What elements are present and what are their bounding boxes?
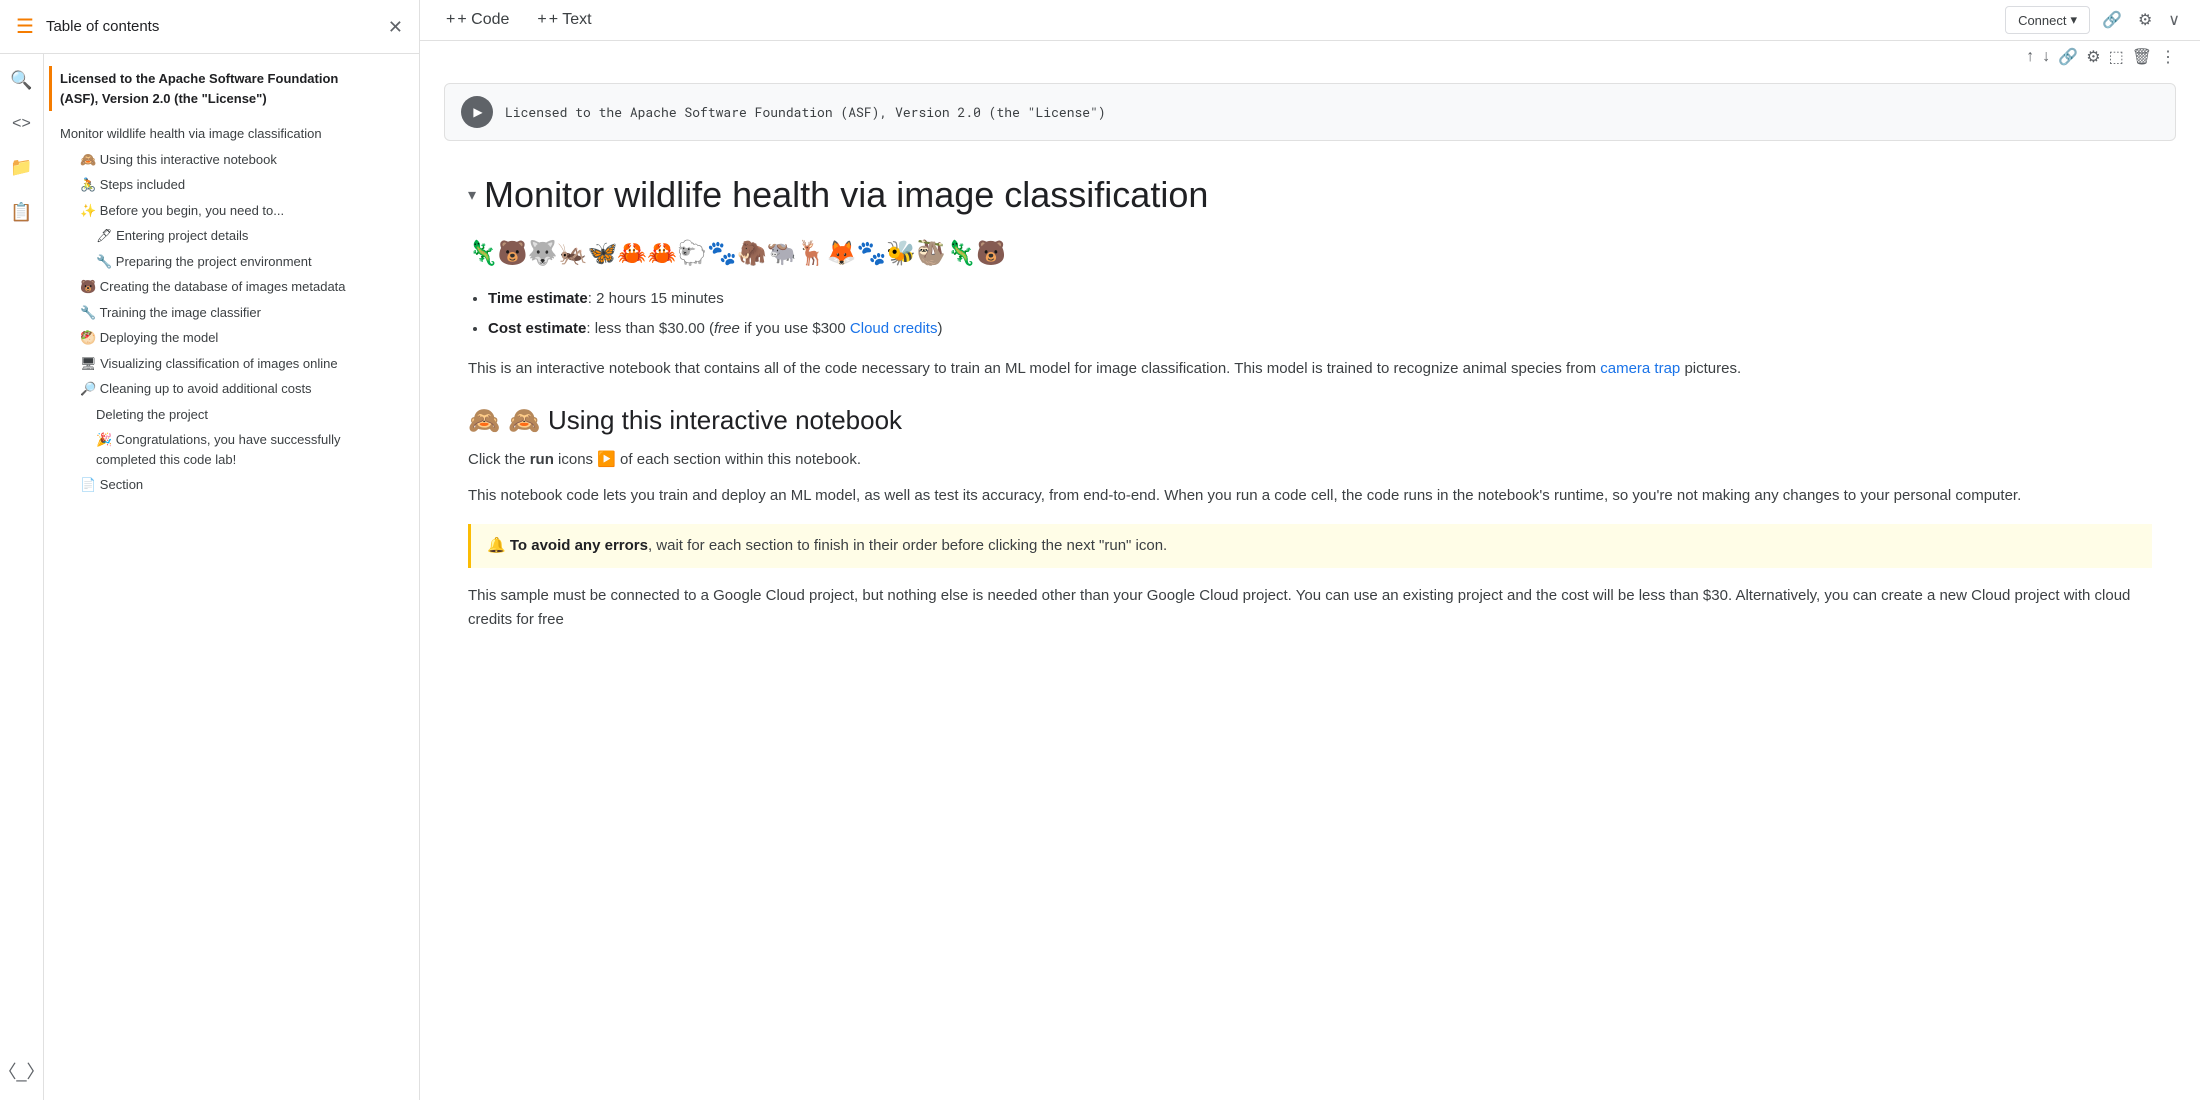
time-estimate: Time estimate: 2 hours 15 minutes	[488, 287, 2152, 311]
toc-item-deleting[interactable]: Deleting the project	[60, 402, 403, 428]
toc-item-section[interactable]: 📄 Section	[60, 472, 403, 498]
move-up-icon[interactable]: ↑	[2026, 48, 2034, 66]
list-icon[interactable]: 📋	[10, 202, 32, 223]
section2-p3: This sample must be connected to a Googl…	[468, 584, 2152, 632]
sidebar-title: Table of contents	[46, 18, 376, 35]
main-panel: + + Code + + Text Connect ▾ 🔗 ⚙ ∨ ↑ ↓ 🔗 …	[420, 0, 2200, 1100]
terminal-icon[interactable]: 〈_〉	[0, 1058, 45, 1084]
toolbar: + + Code + + Text Connect ▾ 🔗 ⚙ ∨	[420, 0, 2200, 41]
warning-bold: To avoid any errors	[510, 537, 648, 554]
close-icon[interactable]: ✕	[388, 18, 403, 36]
time-label: Time estimate	[488, 290, 588, 307]
link-cell-icon[interactable]: 🔗	[2058, 47, 2078, 67]
cloud-credits-link[interactable]: Cloud credits	[850, 320, 938, 337]
toc-item-before[interactable]: ✨ Before you begin, you need to...	[60, 198, 403, 224]
settings-icon-btn[interactable]: ⚙	[2134, 6, 2156, 34]
content-area: ↑ ↓ 🔗 ⚙ ⬚ 🗑 ⋮ Licensed to the Apache Sof…	[420, 41, 2200, 1100]
section2-p1: Click the run icons ▶️ of each section w…	[468, 448, 2152, 472]
plus-icon: +	[446, 11, 455, 29]
link-icon-btn[interactable]: 🔗	[2098, 6, 2126, 34]
code-cell: Licensed to the Apache Software Foundati…	[444, 83, 2176, 141]
notebook-body: ▾ Monitor wildlife health via image clas…	[420, 157, 2200, 668]
copy-cell-icon[interactable]: ⬚	[2109, 47, 2124, 67]
toc-item-preparing[interactable]: 🔧 Preparing the project environment	[60, 249, 403, 275]
code-button[interactable]: + + Code	[436, 7, 519, 33]
code-icon[interactable]: <>	[12, 115, 31, 133]
expand-icon-btn[interactable]: ∨	[2164, 6, 2184, 34]
sidebar: ☰ Table of contents ✕ 🔍 <> 📁 📋 〈_〉 Licen…	[0, 0, 420, 1100]
toc-item-database[interactable]: 🐻 Creating the database of images metada…	[60, 274, 403, 300]
toc-item-cleaning[interactable]: 🔎 Cleaning up to avoid additional costs	[60, 376, 403, 402]
cost-label: Cost estimate	[488, 320, 586, 337]
collapse-arrow[interactable]: ▾	[468, 185, 476, 205]
settings-cell-icon[interactable]: ⚙	[2086, 47, 2100, 67]
hamburger-icon: ☰	[16, 14, 34, 39]
toc-item-congrats[interactable]: 🎉 Congratulations, you have successfully…	[60, 427, 403, 472]
toc-item-training[interactable]: 🔧 Training the image classifier	[60, 300, 403, 326]
cell-action-toolbar: ↑ ↓ 🔗 ⚙ ⬚ 🗑 ⋮	[2026, 47, 2176, 67]
cost-estimate: Cost estimate: less than $30.00 (free if…	[488, 317, 2152, 341]
delete-cell-icon[interactable]: 🗑	[2132, 47, 2152, 67]
sidebar-header: ☰ Table of contents ✕	[0, 0, 419, 54]
folder-icon[interactable]: 📁	[10, 157, 32, 178]
section2-title: 🙈 🙈 Using this interactive notebook	[468, 405, 2152, 436]
main-heading: Monitor wildlife health via image classi…	[484, 173, 1208, 216]
toc-item-visualizing[interactable]: 🖥 Visualizing classification of images o…	[60, 351, 403, 377]
plus-text-icon: +	[537, 11, 546, 29]
more-icon[interactable]: ⋮	[2160, 47, 2176, 67]
run-bold: run	[530, 451, 554, 468]
toc-item-entering[interactable]: 🖊 Entering project details	[60, 223, 403, 249]
warning-box: 🔔 To avoid any errors, wait for each sec…	[468, 524, 2152, 568]
cell-content: Licensed to the Apache Software Foundati…	[505, 103, 1106, 121]
text-button[interactable]: + + Text	[527, 7, 601, 33]
info-bullets: Time estimate: 2 hours 15 minutes Cost e…	[488, 287, 2152, 341]
connect-button[interactable]: Connect ▾	[2005, 6, 2090, 34]
search-icon[interactable]: 🔍	[10, 70, 32, 91]
run-cell-button[interactable]	[461, 96, 493, 128]
toc-item-deploying[interactable]: 🥙 Deploying the model	[60, 325, 403, 351]
toc-list: Licensed to the Apache Software Foundati…	[44, 54, 419, 1100]
move-down-icon[interactable]: ↓	[2042, 48, 2050, 66]
toc-item-license[interactable]: Licensed to the Apache Software Foundati…	[49, 66, 403, 111]
toc-item-monitor[interactable]: Monitor wildlife health via image classi…	[60, 121, 403, 147]
toolbar-right: Connect ▾ 🔗 ⚙ ∨	[2005, 6, 2184, 34]
section2-p2: This notebook code lets you train and de…	[468, 484, 2152, 508]
animal-emoji-row: 🦎🐻🐺🦗🦋🦀🦀🐑🐾🦣🐃🦌🦊🐾🐝🦥🦎🐻	[468, 232, 2152, 275]
toc-item-steps[interactable]: 🚴 Steps included	[60, 172, 403, 198]
toc-item-using[interactable]: 🙈 Using this interactive notebook	[60, 147, 403, 173]
warning-text: , wait for each section to finish in the…	[648, 537, 1167, 554]
monkey-emoji: 🙈	[468, 405, 500, 436]
body-text-1: This is an interactive notebook that con…	[468, 357, 2152, 381]
chevron-down-icon: ▾	[2070, 12, 2077, 28]
main-section-header: ▾ Monitor wildlife health via image clas…	[468, 173, 2152, 216]
camera-trap-link[interactable]: camera trap	[1600, 360, 1680, 377]
